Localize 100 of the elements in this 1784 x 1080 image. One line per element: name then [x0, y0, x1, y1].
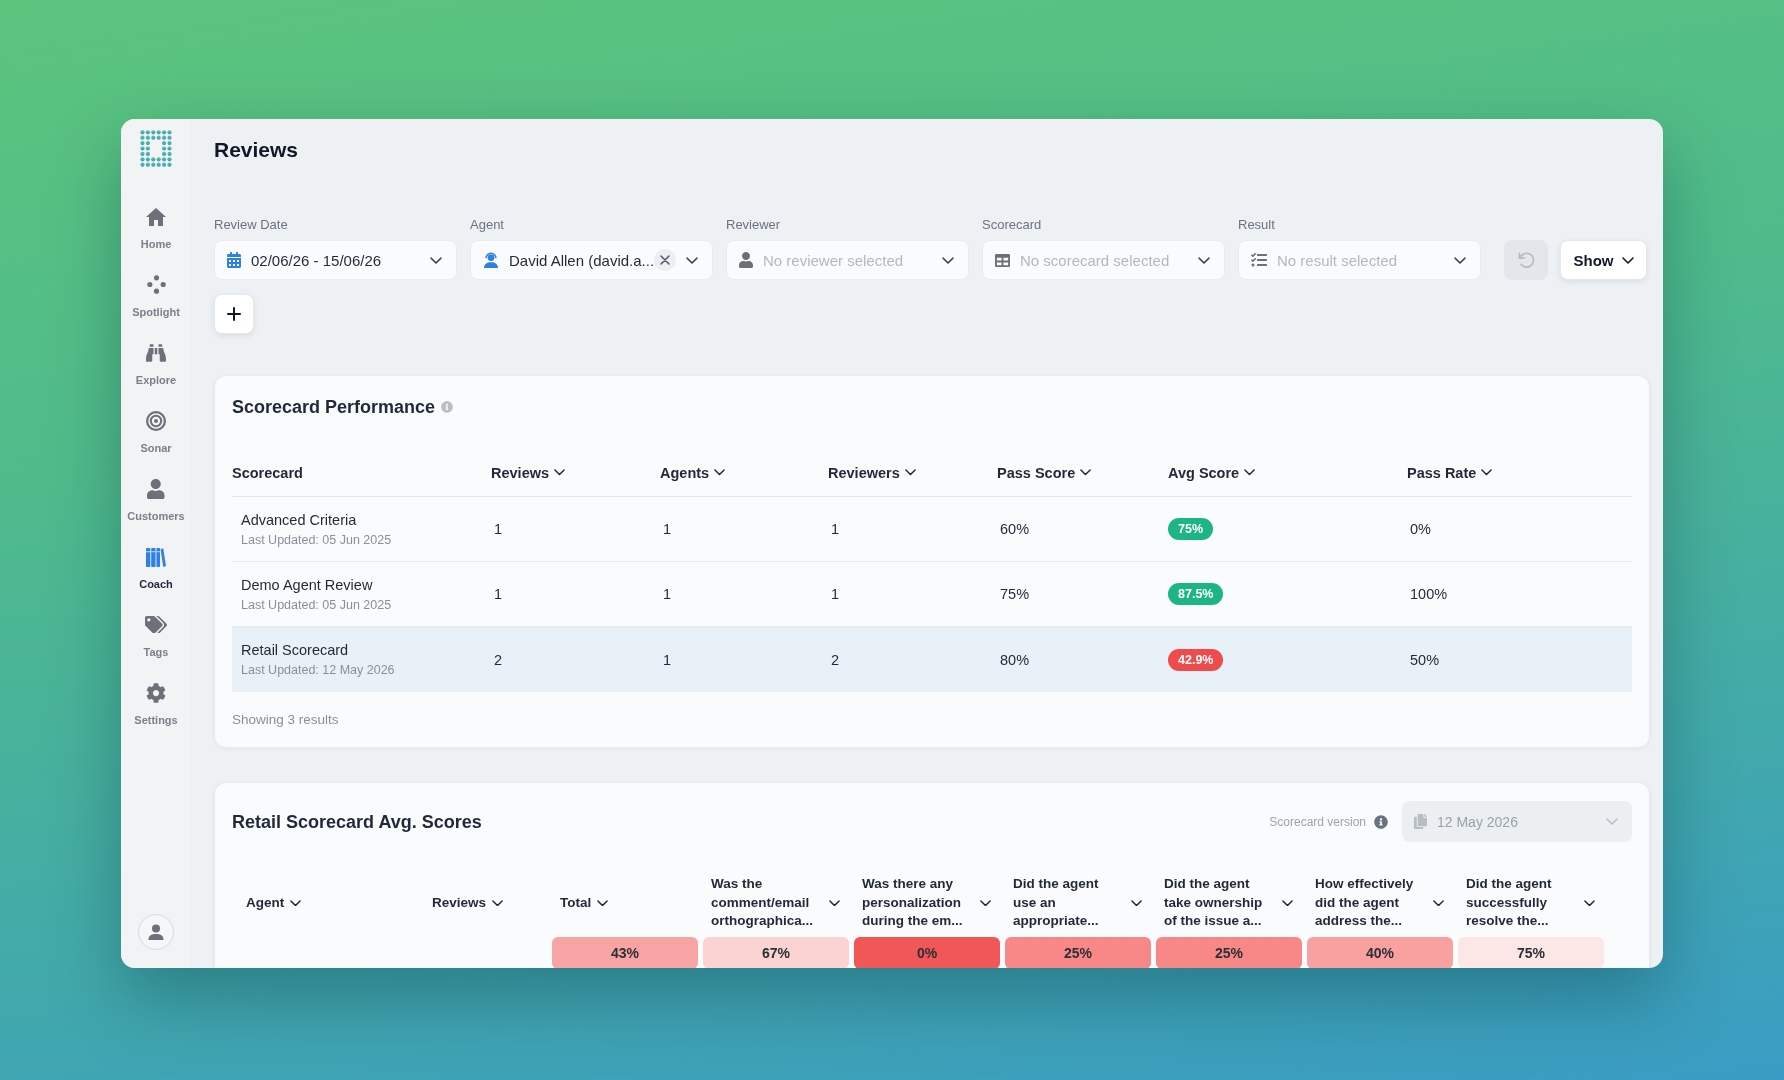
chevron-down-icon	[1080, 469, 1092, 476]
home-icon	[146, 207, 166, 226]
card-title: Scorecard Performance	[232, 396, 436, 418]
version-label: Scorecard version	[1269, 814, 1366, 829]
filter-label: Reviewer	[726, 217, 782, 233]
column-header: Scorecard	[232, 464, 303, 481]
results-count: Showing 3 results	[232, 712, 340, 728]
info-icon	[1374, 814, 1388, 829]
scorecard-name: Retail Scorecard	[241, 642, 349, 658]
table-cell-text: 1	[830, 586, 840, 602]
score-cell: 0%	[854, 937, 1000, 968]
table-cell-text: 60%	[999, 521, 1030, 537]
counterclockwise-arrow-icon	[1517, 251, 1535, 269]
table-row[interactable]: Advanced Criteria Last Updated: 05 Jun 2025 1 1 1 60% 75% 0%	[232, 497, 1632, 562]
column-header[interactable]: How effectively did the agent address the...	[1307, 875, 1453, 931]
show-dropdown-button[interactable]: Show	[1560, 240, 1647, 280]
filter-dropdown[interactable]: 02/06/26 - 15/06/26	[214, 240, 457, 280]
chevron-down-icon	[829, 899, 840, 907]
score-cell: 40%	[1307, 937, 1453, 968]
column-header[interactable]: Reviews	[418, 893, 547, 913]
column-header[interactable]: Reviewers	[828, 464, 916, 481]
last-updated-text: Last Updated: 05 Jun 2025	[241, 532, 392, 547]
chevron-down-icon	[1621, 256, 1634, 264]
table-row[interactable]: Retail Scorecard Last Updated: 12 May 2026 2 1 2 80% 42.9% 50%	[232, 627, 1632, 692]
filter-label: Review Date	[214, 217, 289, 233]
column-header[interactable]: Was there any personalization during the em...	[854, 875, 1000, 931]
table-cell-text: 50%	[1409, 651, 1440, 668]
column-header[interactable]: Agents	[660, 464, 726, 481]
chevron-down-icon	[904, 469, 916, 476]
table-cell-text: 2	[493, 651, 503, 668]
nav-item[interactable]: Customers	[121, 473, 191, 541]
settings-icon	[146, 682, 166, 703]
copy-icon	[1414, 814, 1427, 829]
column-header[interactable]: Pass Rate	[1407, 464, 1493, 481]
chevron-down-icon	[1481, 469, 1493, 476]
column-header[interactable]: Reviews	[491, 464, 566, 481]
person-headset-icon	[483, 252, 499, 268]
last-updated-text: Last Updated: 12 May 2026	[241, 663, 395, 677]
column-header[interactable]: Total	[552, 893, 698, 913]
table-cell-text: 75%	[999, 586, 1030, 602]
plus-icon	[227, 307, 241, 321]
chevron-down-icon	[290, 899, 302, 907]
nav-item[interactable]: Spotlight	[121, 269, 191, 337]
table-cell-text: 2	[830, 651, 840, 668]
score-cell: 43%	[552, 937, 698, 968]
nav-item[interactable]: Settings	[121, 677, 191, 745]
chevron-down-icon	[1244, 469, 1256, 476]
person-icon	[739, 252, 753, 268]
score-badge: 75%	[1168, 518, 1214, 540]
chevron-down-icon	[1606, 818, 1618, 825]
page-title: Reviews	[214, 137, 300, 163]
column-header[interactable]: Agent	[232, 893, 413, 913]
checklist-icon	[1251, 252, 1267, 268]
person-icon	[147, 478, 165, 499]
score-badge: 87.5%	[1168, 583, 1224, 605]
target-icon	[146, 410, 166, 431]
column-header[interactable]: Was the comment/email orthographica...	[703, 875, 849, 931]
user-avatar-icon[interactable]	[138, 914, 174, 950]
nav-item[interactable]: Coach	[121, 541, 191, 609]
table-cell-text: 1	[830, 521, 840, 537]
score-cell: 25%	[1005, 937, 1151, 968]
books-icon	[146, 546, 166, 567]
column-header[interactable]: Did the agent successfully resolve the...	[1458, 875, 1604, 931]
nav-item[interactable]: Home	[121, 201, 191, 269]
score-cell: 67%	[703, 937, 849, 968]
column-header[interactable]: Did the agent take ownership of the issue a...	[1156, 875, 1302, 931]
chevron-down-icon	[714, 469, 726, 476]
table-cell-text: 1	[662, 521, 672, 537]
nav-item[interactable]: Tags	[121, 609, 191, 677]
table-cell-text: 1	[662, 586, 672, 602]
four-dots-icon	[146, 275, 166, 294]
column-header[interactable]: Avg Score	[1168, 464, 1256, 481]
score-badge: 42.9%	[1168, 648, 1224, 671]
nav-item[interactable]: Sonar	[121, 405, 191, 473]
column-header[interactable]: Pass Score	[997, 464, 1092, 481]
score-cell: 75%	[1458, 937, 1604, 968]
chevron-down-icon	[1282, 899, 1293, 907]
nav-item[interactable]: Explore	[121, 337, 191, 405]
table-cell-text: 100%	[1409, 586, 1448, 602]
chevron-down-icon	[492, 899, 504, 907]
add-filter-button[interactable]	[214, 294, 254, 334]
table-cell-text: 1	[662, 651, 672, 668]
chevron-down-icon	[1584, 899, 1595, 907]
filter-label: Scorecard	[982, 217, 1043, 233]
scorecard-name: Advanced Criteria	[241, 511, 357, 528]
chevron-down-icon	[1198, 256, 1210, 264]
chevron-down-icon	[1454, 256, 1466, 264]
table-cell-text: 0%	[1409, 521, 1431, 537]
calendar-icon	[227, 252, 241, 268]
table-cell-text: 1	[493, 586, 503, 602]
card-title: Retail Scorecard Avg. Scores	[232, 810, 482, 833]
chevron-down-icon	[430, 256, 442, 264]
chevron-down-icon	[1433, 899, 1444, 907]
last-updated-text: Last Updated: 05 Jun 2025	[241, 597, 392, 612]
column-header[interactable]: Did the agent use an appropriate...	[1005, 875, 1151, 931]
chevron-down-icon	[1131, 899, 1142, 907]
chevron-down-icon	[980, 899, 991, 907]
filter-dropdown[interactable]: David Allen (david.a...	[470, 240, 713, 280]
chevron-down-icon	[597, 899, 609, 907]
clear-button[interactable]	[654, 249, 676, 271]
